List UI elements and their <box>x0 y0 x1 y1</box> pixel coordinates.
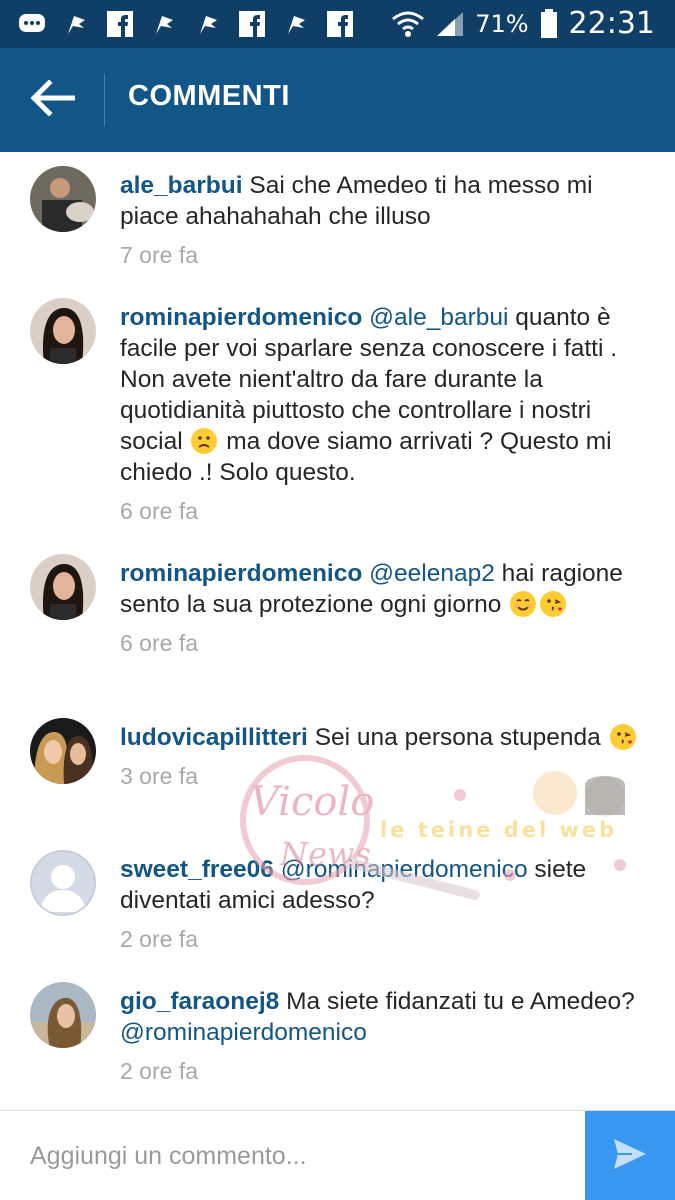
avatar[interactable] <box>30 982 96 1048</box>
comment-timestamp: 2 ore fa <box>120 1058 198 1084</box>
comment-timestamp: 2 ore fa <box>120 926 198 952</box>
signal-icon <box>435 10 465 38</box>
comment-composer <box>0 1110 675 1200</box>
status-bar: 71% 22:31 <box>0 0 675 48</box>
comment-mention[interactable]: @rominapierdomenico <box>281 856 528 883</box>
comment-timestamp: 3 ore fa <box>120 763 198 789</box>
facebook-icon <box>106 10 134 38</box>
comment-text: gio_faraonej8 Ma siete fidanzati tu e Am… <box>120 986 640 1048</box>
battery-icon <box>539 8 559 38</box>
comment-timestamp: 7 ore fa <box>120 242 198 268</box>
comments-list[interactable]: ale_barbui Sai che Amedeo ti ha messo mi… <box>0 152 675 1110</box>
avatar[interactable] <box>30 166 96 232</box>
arrow-left-icon <box>29 78 76 121</box>
comment-username[interactable]: rominapierdomenico <box>120 304 362 331</box>
comment-text: sweet_free06 @rominapierdomenico siete d… <box>120 854 640 916</box>
comment-username[interactable]: rominapierdomenico <box>120 560 362 587</box>
comment-message: Ma siete fidanzati tu e Amedeo? <box>286 988 635 1015</box>
smiling-face-emoji-icon <box>510 591 537 617</box>
comment-text: ale_barbui Sai che Amedeo ti ha messo mi… <box>120 170 640 232</box>
avatar[interactable] <box>30 298 96 364</box>
kissing-face-emoji-icon <box>540 591 567 617</box>
comment-mention[interactable]: @eelenap2 <box>369 560 495 587</box>
header-divider <box>104 74 105 126</box>
comment-mention[interactable]: @ale_barbui <box>369 304 508 331</box>
comment-text: ludovicapillitteri Sei una persona stupe… <box>120 722 640 753</box>
send-button[interactable] <box>585 1111 675 1200</box>
chat-bubble-icon <box>18 10 46 38</box>
comment-input[interactable] <box>30 1133 570 1179</box>
frowning-face-emoji-icon <box>191 428 218 454</box>
flag-icon <box>150 10 178 38</box>
comment-mention[interactable]: @rominapierdomenico <box>120 1019 367 1046</box>
app-header: COMMENTI <box>0 48 675 152</box>
comment-username[interactable]: ale_barbui <box>120 172 243 199</box>
kissing-face-emoji-icon <box>609 724 636 750</box>
back-button[interactable] <box>0 48 104 152</box>
clock: 22:31 <box>568 6 655 41</box>
facebook-icon <box>326 10 354 38</box>
comment-text: rominapierdomenico @eelenap2 hai ragione… <box>120 558 640 620</box>
facebook-icon <box>238 10 266 38</box>
wifi-icon <box>391 10 425 38</box>
comment-text: rominapierdomenico @ale_barbui quanto è … <box>120 302 640 488</box>
comment-username[interactable]: ludovicapillitteri <box>120 724 308 751</box>
battery-percentage: 71% <box>475 9 529 38</box>
page-title: COMMENTI <box>128 80 290 112</box>
comment-username[interactable]: gio_faraonej8 <box>120 988 279 1015</box>
avatar[interactable] <box>30 850 96 916</box>
comment-timestamp: 6 ore fa <box>120 630 198 656</box>
flag-icon <box>194 10 222 38</box>
avatar[interactable] <box>30 718 96 784</box>
send-icon <box>612 1137 648 1176</box>
comment-timestamp: 6 ore fa <box>120 498 198 524</box>
comment-username[interactable]: sweet_free06 <box>120 856 274 883</box>
comment-message: Sei una persona stupenda <box>314 724 601 751</box>
flag-icon <box>62 10 90 38</box>
flag-icon <box>282 10 310 38</box>
avatar[interactable] <box>30 554 96 620</box>
